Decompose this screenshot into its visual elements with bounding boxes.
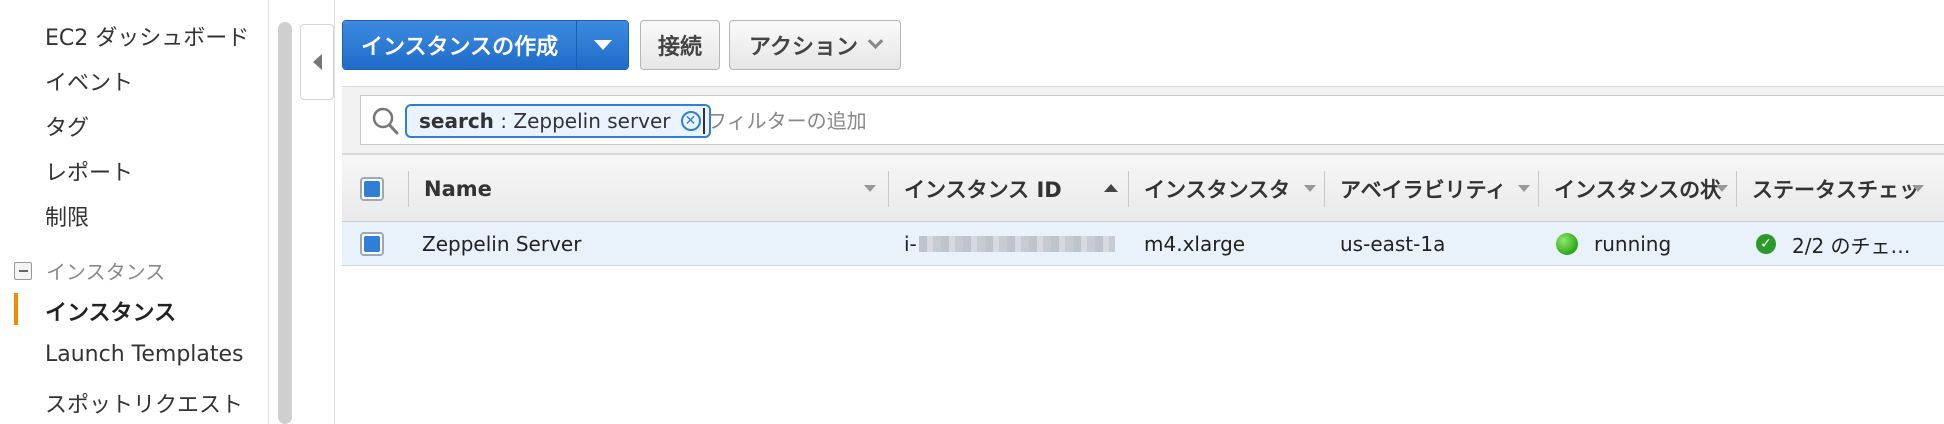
sidebar-item-limits[interactable]: 制限 bbox=[45, 200, 89, 232]
sort-dropdown-icon[interactable] bbox=[1912, 185, 1924, 192]
active-indicator bbox=[14, 293, 18, 325]
sidebar-group-label: インスタンス bbox=[46, 260, 166, 284]
column-header-instance-type[interactable]: インスタンスタ bbox=[1144, 155, 1302, 223]
cell-instance-type: m4.xlarge bbox=[1144, 232, 1246, 256]
filter-input[interactable] bbox=[707, 104, 1507, 138]
sidebar-scrollbar[interactable] bbox=[278, 22, 292, 424]
column-separator bbox=[1538, 171, 1539, 207]
cell-name: Zeppelin Server bbox=[422, 232, 582, 256]
instance-id-prefix: i- bbox=[904, 232, 917, 256]
launch-instance-button-group: インスタンスの作成 bbox=[342, 20, 630, 70]
instances-table: Name インスタンス ID インスタンスタ アベイラビリティ インスタンスの状… bbox=[342, 154, 1944, 266]
chevron-down-icon bbox=[867, 32, 884, 49]
filter-box[interactable]: search : Zeppelin server ✕ bbox=[360, 95, 1944, 145]
instance-state-label: running bbox=[1594, 232, 1672, 256]
clear-filter-icon[interactable]: ✕ bbox=[680, 111, 701, 131]
column-header-instance-state[interactable]: インスタンスの状 bbox=[1554, 155, 1728, 223]
cell-status-checks[interactable]: ✓ 2/2 のチェ… bbox=[1756, 222, 1911, 266]
column-separator bbox=[408, 171, 409, 207]
sort-dropdown-icon[interactable] bbox=[1518, 185, 1530, 192]
column-header-name[interactable]: Name bbox=[424, 155, 764, 223]
sort-dropdown-icon[interactable] bbox=[864, 185, 876, 192]
launch-instance-button[interactable]: インスタンスの作成 bbox=[343, 21, 577, 69]
table-header: Name インスタンス ID インスタンスタ アベイラビリティ インスタンスの状… bbox=[342, 154, 1944, 222]
sort-dropdown-icon[interactable] bbox=[1716, 185, 1728, 192]
column-separator bbox=[1324, 171, 1325, 207]
collapse-icon[interactable] bbox=[14, 261, 32, 280]
check-circle-icon: ✓ bbox=[1756, 234, 1776, 254]
sidebar-item-launch-templates[interactable]: Launch Templates bbox=[45, 342, 244, 367]
sort-dropdown-icon[interactable] bbox=[1304, 185, 1316, 192]
actions-button-label: アクション bbox=[749, 35, 858, 60]
filter-bar: search : Zeppelin server ✕ bbox=[342, 86, 1944, 154]
filter-chip-value: Zeppelin server bbox=[513, 109, 671, 133]
column-header-instance-id[interactable]: インスタンス ID bbox=[904, 155, 1084, 223]
sidebar-item-ec2-dashboard[interactable]: EC2 ダッシュボード bbox=[45, 20, 249, 52]
cell-availability-zone: us-east-1a bbox=[1340, 232, 1446, 256]
actions-button[interactable]: アクション bbox=[729, 20, 901, 70]
collapse-sidebar-button[interactable] bbox=[300, 24, 334, 100]
column-separator bbox=[1736, 171, 1737, 207]
sidebar-item-reports[interactable]: レポート bbox=[45, 155, 133, 187]
sidebar-item-instances[interactable]: インスタンス bbox=[45, 295, 176, 327]
column-header-status-checks[interactable]: ステータスチェッ bbox=[1752, 155, 1922, 223]
running-status-icon bbox=[1556, 233, 1578, 255]
sidebar-item-spot-requests[interactable]: スポットリクエスト bbox=[45, 387, 243, 419]
chevron-left-icon bbox=[312, 54, 322, 70]
search-icon bbox=[372, 107, 399, 135]
cell-instance-state: running bbox=[1556, 222, 1671, 266]
connect-button[interactable]: 接続 bbox=[640, 20, 720, 70]
row-checkbox[interactable] bbox=[360, 232, 384, 256]
column-header-availability-zone[interactable]: アベイラビリティ bbox=[1340, 155, 1526, 223]
cell-instance-id: i- bbox=[904, 222, 1115, 266]
column-separator bbox=[1128, 171, 1129, 207]
launch-instance-dropdown-button[interactable] bbox=[576, 21, 629, 69]
sidebar-item-tags[interactable]: タグ bbox=[45, 110, 89, 142]
filter-chip-separator: : bbox=[493, 109, 514, 133]
table-row[interactable]: Zeppelin Server i- m4.xlarge us-east-1a … bbox=[342, 222, 1944, 266]
caret-down-icon bbox=[593, 40, 612, 50]
sort-ascending-icon[interactable] bbox=[1104, 184, 1118, 192]
filter-chip-key: search bbox=[419, 109, 494, 133]
connect-button-label: 接続 bbox=[657, 35, 702, 60]
sidebar-item-events[interactable]: イベント bbox=[45, 65, 133, 97]
sidebar-group-instances[interactable]: インスタンス bbox=[14, 256, 165, 285]
sidebar-nav: EC2 ダッシュボード イベント タグ レポート 制限 インスタンス インスタン… bbox=[0, 0, 270, 424]
search-filter-chip[interactable]: search : Zeppelin server ✕ bbox=[405, 104, 711, 138]
text-cursor bbox=[703, 108, 705, 134]
column-separator bbox=[888, 171, 889, 207]
status-checks-label: 2/2 のチェ… bbox=[1792, 233, 1911, 258]
main-divider bbox=[334, 0, 335, 424]
redacted-id bbox=[918, 236, 1115, 252]
sidebar-divider bbox=[268, 0, 269, 424]
select-all-checkbox[interactable] bbox=[360, 177, 384, 201]
